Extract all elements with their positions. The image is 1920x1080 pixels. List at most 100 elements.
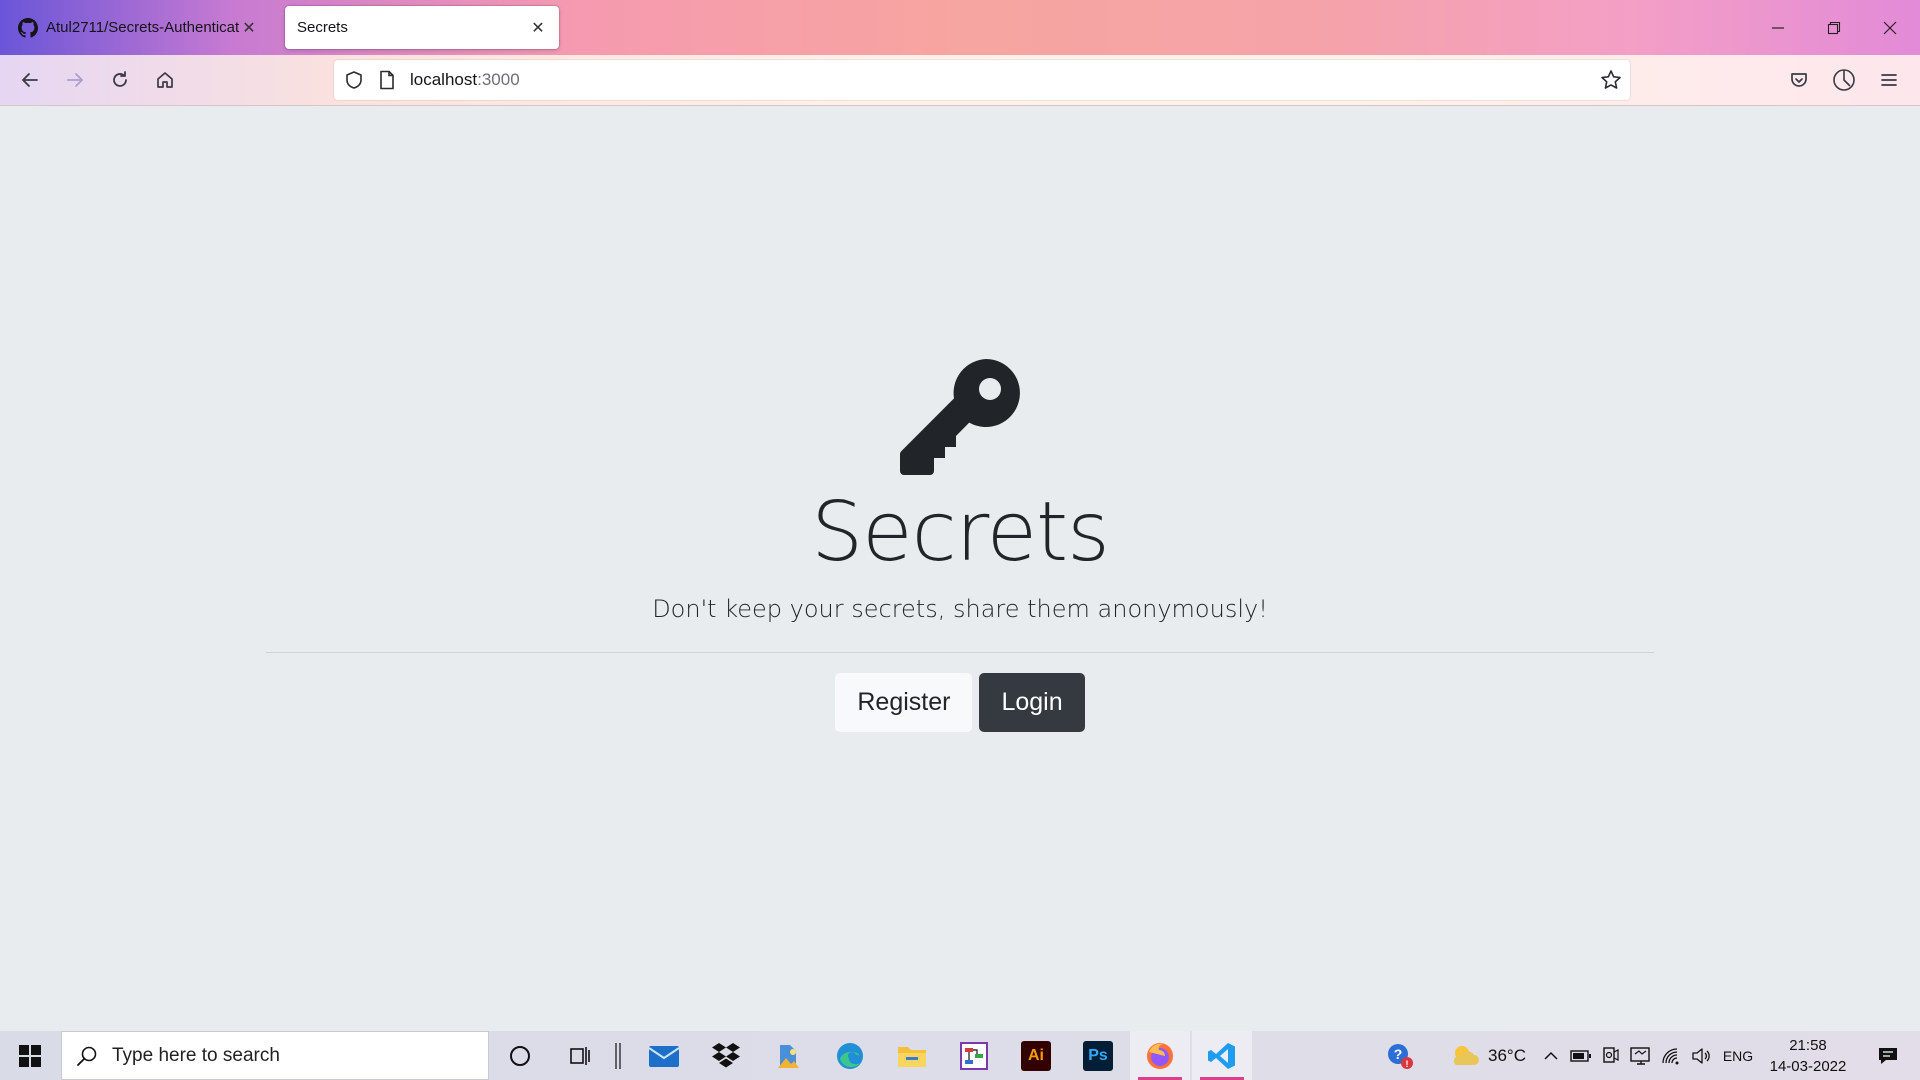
start-button[interactable] [0,1031,60,1080]
search-placeholder: Type here to search [112,1044,280,1066]
file-explorer-icon [898,1046,926,1067]
battery-tray[interactable] [1566,1031,1596,1080]
weather-widget[interactable]: 36°C [1438,1031,1538,1080]
browser-tab-bar: Atul2711/Secrets-Authentication ✕ Secret… [0,0,1920,55]
page-icon[interactable] [378,70,396,90]
separator-icon [615,1042,621,1069]
account-icon [1833,69,1855,91]
network-tray[interactable] [1656,1031,1686,1080]
reload-icon [113,71,127,87]
home-button[interactable] [147,62,183,98]
cortana-button[interactable] [490,1031,550,1080]
wifi-icon [1662,1047,1679,1064]
url-host: localhost [410,70,478,89]
volume-tray[interactable] [1686,1031,1716,1080]
task-view-icon [570,1046,590,1065]
firefox-button[interactable] [1130,1031,1190,1080]
chevron-up-icon [1544,1051,1558,1060]
photos-button[interactable] [758,1031,818,1080]
language-indicator[interactable]: ENG [1718,1031,1758,1080]
photos-icon [778,1044,799,1068]
restore-button[interactable] [1806,0,1862,55]
forward-arrow-icon [67,73,83,87]
home-icon [157,72,173,88]
display-tray[interactable] [1626,1031,1656,1080]
account-button[interactable] [1826,62,1862,98]
notifications-button[interactable] [1858,1031,1918,1080]
device-icon [1603,1046,1619,1063]
browser-toolbar: localhost:3000 [0,55,1920,106]
clock-time: 21:58 [1789,1037,1827,1054]
close-icon[interactable]: ✕ [529,19,547,37]
cortana-icon [510,1045,530,1066]
file-explorer-button[interactable] [882,1031,942,1080]
weather-temperature: 36°C [1488,1045,1526,1065]
vscode-button[interactable] [1192,1031,1252,1080]
show-hidden-icons-button[interactable] [1538,1031,1564,1080]
system-clock[interactable]: 21:58 14-03-2022 [1760,1035,1856,1077]
minimize-icon [1772,26,1784,29]
login-button[interactable]: Login [979,673,1085,732]
illustrator-button[interactable]: Ai [1006,1031,1066,1080]
vscode-icon [1208,1042,1235,1069]
back-arrow-icon [22,73,38,87]
tab-title: Atul2711/Secrets-Authentication [46,19,240,36]
search-icon [76,1045,98,1067]
page-lead: Don't keep your secrets, share them anon… [652,595,1268,623]
reload-button[interactable] [102,62,138,98]
edge-icon [837,1042,863,1069]
app-button[interactable] [944,1031,1004,1080]
url-text[interactable]: localhost:3000 [410,70,520,90]
key-icon [900,359,1020,475]
close-window-button[interactable] [1862,0,1918,55]
tab-github[interactable]: Atul2711/Secrets-Authentication ✕ [6,6,270,49]
close-icon[interactable]: ✕ [240,19,258,37]
illustrator-label: Ai [1028,1046,1044,1064]
forward-button[interactable] [57,62,93,98]
dropbox-icon [712,1042,740,1067]
page-title: Secrets [811,485,1110,580]
url-port: :3000 [477,70,520,89]
photoshop-label: Ps [1088,1046,1108,1064]
bookmark-star-icon[interactable] [1600,69,1622,91]
help-tray-button[interactable]: ?! [1380,1031,1420,1080]
dropbox-button[interactable] [696,1031,756,1080]
register-button[interactable]: Register [835,673,973,732]
language-label: ENG [1722,1047,1754,1064]
menu-button[interactable] [1871,62,1907,98]
illustrator-icon: Ai [1021,1040,1051,1071]
pocket-icon [1791,73,1807,87]
auth-buttons: Register Login [0,673,1920,732]
firefox-icon [1147,1042,1173,1069]
photoshop-icon: Ps [1083,1040,1113,1071]
mail-icon [648,1045,680,1067]
close-icon [1883,21,1897,34]
speaker-icon [1692,1047,1710,1064]
tab-secrets[interactable]: Secrets ✕ [285,6,559,49]
clock-date: 14-03-2022 [1769,1058,1847,1075]
help-icon: ?! [1388,1043,1413,1069]
taskbar: Type here to search Ai Ps ?! 36°C ENG 21… [0,1031,1920,1080]
minimize-button[interactable] [1750,0,1806,55]
pocket-button[interactable] [1781,62,1817,98]
weather-sun-cloud-icon [1453,1045,1479,1065]
divider [266,652,1654,653]
edge-button[interactable] [820,1031,880,1080]
photoshop-button[interactable]: Ps [1068,1031,1128,1080]
mail-button[interactable] [634,1031,694,1080]
taskbar-separator [608,1031,628,1080]
page-content: Secrets Don't keep your secrets, share t… [0,107,1920,1031]
restore-icon [1827,21,1841,34]
battery-icon [1570,1049,1591,1062]
monitor-icon [1630,1046,1650,1065]
back-button[interactable] [12,62,48,98]
address-bar[interactable]: localhost:3000 [334,60,1630,100]
taskbar-search[interactable]: Type here to search [61,1031,489,1080]
shield-icon[interactable] [344,70,364,90]
notification-center-icon [1879,1047,1897,1064]
tab-title: Secrets [297,19,348,36]
hamburger-menu-icon [1881,74,1897,86]
task-view-button[interactable] [550,1031,610,1080]
github-icon [18,17,38,38]
meet-now-tray[interactable] [1596,1031,1626,1080]
